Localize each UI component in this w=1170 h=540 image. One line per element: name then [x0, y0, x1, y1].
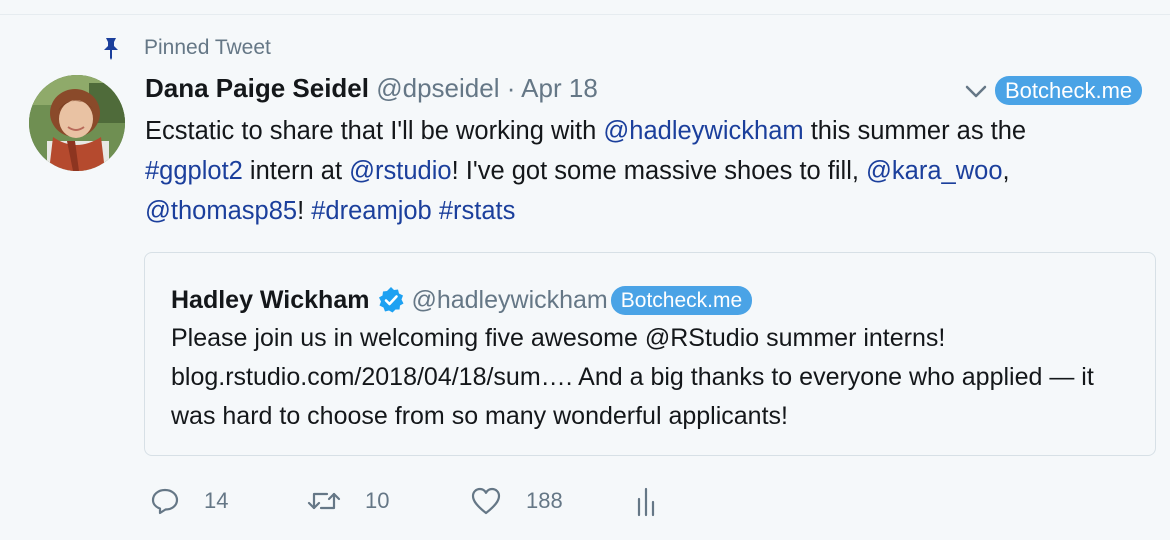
mention-link[interactable]: @thomasp85 — [145, 197, 297, 225]
analytics-button[interactable] — [636, 481, 656, 521]
author-handle[interactable]: @dpseidel — [376, 73, 499, 103]
retweet-count: 10 — [365, 488, 390, 513]
tweet-header: Dana Paige Seidel @dpseidel · Apr 18 — [145, 73, 598, 107]
pin-icon — [100, 36, 122, 60]
pinned-label: Pinned Tweet — [144, 36, 271, 59]
hashtag-link[interactable]: #ggplot2 — [145, 157, 243, 185]
header-separator: · — [506, 73, 516, 103]
tweet-line-3: @thomasp85! #dreamjob #rstats — [145, 191, 1135, 231]
reply-button[interactable]: 14 — [150, 481, 228, 521]
pinned-indicator: Pinned Tweet — [100, 35, 271, 61]
quoted-author-name[interactable]: Hadley Wickham — [171, 286, 369, 315]
reply-icon — [150, 486, 180, 516]
text-segment: ! — [297, 197, 312, 225]
author-name[interactable]: Dana Paige Seidel — [145, 73, 369, 103]
avatar[interactable] — [29, 75, 125, 171]
mention-link[interactable]: @hadleywickham — [603, 117, 803, 145]
text-segment: intern at — [242, 157, 350, 185]
mention-link[interactable]: @rstudio — [349, 157, 451, 185]
botcheck-badge[interactable]: Botcheck.me — [610, 285, 753, 315]
pinned-tweet[interactable]: Pinned Tweet Dana Paige Seidel @dpseidel… — [0, 15, 1170, 540]
analytics-icon — [636, 485, 656, 517]
quoted-tweet-text: Please join us in welcoming five awesome… — [171, 324, 1094, 430]
quoted-author-handle[interactable]: @hadleywickham — [411, 286, 607, 315]
text-segment: Ecstatic to share that I'll be working w… — [145, 117, 604, 145]
quoted-tweet[interactable]: Hadley Wickham @hadleywickham Botcheck.m… — [144, 252, 1156, 456]
text-segment: ! I've got some massive shoes to fill, — [451, 157, 867, 185]
reply-count: 14 — [204, 488, 229, 513]
quoted-tweet-header: Hadley Wickham @hadleywickham Botcheck.m… — [171, 283, 753, 317]
hashtag-link[interactable]: #dreamjob — [311, 197, 432, 225]
text-segment: this summer as the — [803, 117, 1027, 145]
hashtag-link[interactable]: #rstats — [439, 197, 516, 225]
tweet-line-1: Ecstatic to share that I'll be working w… — [145, 111, 1135, 151]
tweet-date[interactable]: Apr 18 — [521, 73, 598, 103]
tweet-actions: 14 10 188 — [0, 481, 1170, 521]
text-segment — [432, 197, 439, 225]
botcheck-badge[interactable]: Botcheck.me — [995, 76, 1143, 105]
retweet-button[interactable]: 10 — [307, 481, 389, 521]
like-count: 188 — [526, 488, 563, 513]
heart-icon — [470, 486, 502, 516]
tweet-text: Ecstatic to share that I'll be working w… — [145, 111, 1135, 231]
tweet-line-2: #ggplot2 intern at @rstudio! I've got so… — [145, 151, 1135, 191]
verified-badge-icon — [377, 286, 405, 314]
retweet-icon — [307, 486, 341, 516]
text-segment: , — [1002, 157, 1010, 185]
chevron-down-icon[interactable] — [963, 81, 989, 101]
like-button[interactable]: 188 — [470, 481, 563, 521]
mention-link[interactable]: @kara_woo — [866, 157, 1002, 185]
